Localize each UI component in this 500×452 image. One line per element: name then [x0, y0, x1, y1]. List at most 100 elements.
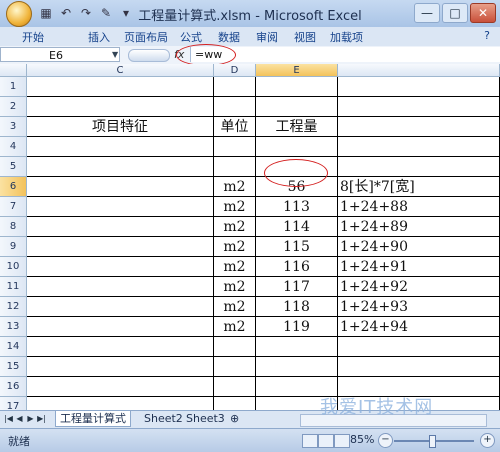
row-header[interactable]: 5: [0, 157, 27, 177]
office-button[interactable]: [6, 1, 32, 27]
cell-f15[interactable]: [338, 357, 500, 377]
last-sheet-icon[interactable]: ▶|: [37, 413, 46, 425]
tab-home[interactable]: 开始: [22, 29, 44, 45]
cell-e13[interactable]: 119: [256, 317, 338, 337]
formula-bar-splitter[interactable]: [128, 49, 170, 62]
zoom-in-icon[interactable]: +: [480, 433, 495, 448]
cell-f1[interactable]: [338, 77, 500, 97]
cell-e11[interactable]: 117: [256, 277, 338, 297]
excel-logo-icon[interactable]: ▦: [38, 5, 54, 21]
row-header[interactable]: 9: [0, 237, 27, 257]
first-sheet-icon[interactable]: |◀: [4, 413, 13, 425]
cell-d12[interactable]: m2: [214, 297, 256, 317]
name-box[interactable]: E6: [0, 47, 120, 62]
cell-e10[interactable]: 116: [256, 257, 338, 277]
cell-f8[interactable]: 1+24+89: [338, 217, 500, 237]
row-header[interactable]: 10: [0, 257, 27, 277]
sheet-tab-sheet2[interactable]: Sheet2: [140, 411, 187, 426]
row-header[interactable]: 13: [0, 317, 27, 337]
column-header-e[interactable]: E: [256, 64, 338, 77]
cell-e14[interactable]: [256, 337, 338, 357]
cell-c9[interactable]: [27, 237, 214, 257]
column-header-c[interactable]: C: [27, 64, 214, 77]
cell-c7[interactable]: [27, 197, 214, 217]
sheet-tab-active[interactable]: 工程量计算式: [55, 411, 131, 427]
maximize-button[interactable]: □: [442, 3, 468, 23]
cell-d5[interactable]: [214, 157, 256, 177]
cell-f12[interactable]: 1+24+93: [338, 297, 500, 317]
row-header[interactable]: 3: [0, 117, 27, 137]
cell-f13[interactable]: 1+24+94: [338, 317, 500, 337]
row-header[interactable]: 2: [0, 97, 27, 117]
row-header[interactable]: 17: [0, 397, 27, 410]
select-all-corner[interactable]: [0, 64, 27, 77]
column-header-d[interactable]: D: [214, 64, 256, 77]
cell-f7[interactable]: 1+24+88: [338, 197, 500, 217]
zoom-slider-thumb[interactable]: [429, 435, 436, 448]
cell-c16[interactable]: [27, 377, 214, 397]
row-header[interactable]: 11: [0, 277, 27, 297]
row-header[interactable]: 16: [0, 377, 27, 397]
cell-e9[interactable]: 115: [256, 237, 338, 257]
next-sheet-icon[interactable]: ▶: [26, 413, 35, 425]
tab-insert[interactable]: 插入: [88, 29, 110, 45]
page-layout-view-icon[interactable]: [318, 434, 334, 448]
cell-f6[interactable]: 8[长]*7[宽]: [338, 177, 500, 197]
tab-review[interactable]: 审阅: [256, 29, 278, 45]
insert-function-icon[interactable]: fx: [174, 48, 184, 61]
cell-d4[interactable]: [214, 137, 256, 157]
cell-e5[interactable]: [256, 157, 338, 177]
cell-e2[interactable]: [256, 97, 338, 117]
cell-d7[interactable]: m2: [214, 197, 256, 217]
tab-formulas[interactable]: 公式: [180, 29, 202, 45]
tab-page-layout[interactable]: 页面布局: [124, 29, 168, 45]
cell-c3[interactable]: 项目特征: [27, 117, 214, 137]
cell-c4[interactable]: [27, 137, 214, 157]
row-header[interactable]: 4: [0, 137, 27, 157]
cell-d17[interactable]: [214, 397, 256, 410]
insert-sheet-icon[interactable]: ⊕: [226, 411, 243, 426]
cell-d9[interactable]: m2: [214, 237, 256, 257]
formula-input[interactable]: =ww: [190, 47, 500, 62]
cell-d2[interactable]: [214, 97, 256, 117]
cell-f3[interactable]: [338, 117, 500, 137]
cell-d16[interactable]: [214, 377, 256, 397]
zoom-out-icon[interactable]: −: [378, 433, 393, 448]
cell-c6[interactable]: [27, 177, 214, 197]
row-header[interactable]: 7: [0, 197, 27, 217]
cell-e1[interactable]: [256, 77, 338, 97]
cell-f10[interactable]: 1+24+91: [338, 257, 500, 277]
cell-e7[interactable]: 113: [256, 197, 338, 217]
cell-d1[interactable]: [214, 77, 256, 97]
cell-e4[interactable]: [256, 137, 338, 157]
cell-e8[interactable]: 114: [256, 217, 338, 237]
cell-f14[interactable]: [338, 337, 500, 357]
normal-view-icon[interactable]: [302, 434, 318, 448]
cell-c5[interactable]: [27, 157, 214, 177]
row-header[interactable]: 15: [0, 357, 27, 377]
cell-c15[interactable]: [27, 357, 214, 377]
chevron-down-icon[interactable]: ▼: [112, 47, 122, 62]
cell-d3[interactable]: 单位: [214, 117, 256, 137]
row-header[interactable]: 8: [0, 217, 27, 237]
dropdown-icon[interactable]: ▾: [118, 5, 134, 21]
cell-d6[interactable]: m2: [214, 177, 256, 197]
cell-c10[interactable]: [27, 257, 214, 277]
cell-f5[interactable]: [338, 157, 500, 177]
cell-e12[interactable]: 118: [256, 297, 338, 317]
cell-d10[interactable]: m2: [214, 257, 256, 277]
cell-d14[interactable]: [214, 337, 256, 357]
paint-icon[interactable]: ✎: [98, 5, 114, 21]
tab-data[interactable]: 数据: [218, 29, 240, 45]
cell-f4[interactable]: [338, 137, 500, 157]
close-button[interactable]: ✕: [470, 3, 496, 23]
tab-add-ins[interactable]: 加载项: [330, 29, 363, 45]
row-header[interactable]: 1: [0, 77, 27, 97]
cell-e3[interactable]: 工程量: [256, 117, 338, 137]
row-header[interactable]: 12: [0, 297, 27, 317]
row-header[interactable]: 6: [0, 177, 27, 197]
tab-view[interactable]: 视图: [294, 29, 316, 45]
zoom-level[interactable]: 85%: [350, 433, 374, 446]
prev-sheet-icon[interactable]: ◀: [15, 413, 24, 425]
cell-e6[interactable]: 56: [256, 177, 338, 197]
